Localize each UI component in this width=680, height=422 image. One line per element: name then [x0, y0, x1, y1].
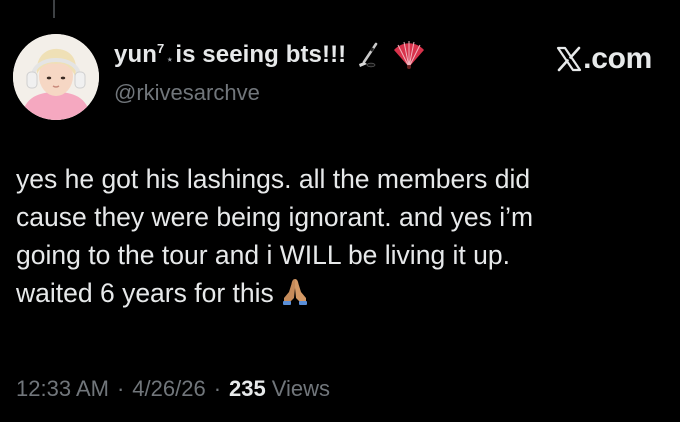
tweet-text: yes he got his lashings. all the members… — [16, 160, 656, 312]
x-com-text: .com — [583, 42, 652, 75]
avatar[interactable] — [13, 34, 99, 120]
x-logo-icon — [557, 46, 582, 72]
tweet-line: going to the tour and i WILL be living i… — [16, 240, 510, 270]
tweet-date[interactable]: 4/26/26 — [132, 376, 205, 402]
tweet-line-last: waited 6 years for this — [16, 274, 656, 312]
tweet-time[interactable]: 12:33 AM — [16, 376, 109, 402]
display-name-suffix: is seeing bts!!! — [175, 41, 347, 68]
folded-hands-icon — [282, 279, 307, 305]
x-com-watermark: .com — [556, 42, 652, 76]
display-name-text: yun — [114, 41, 157, 68]
meta-separator: · — [213, 376, 222, 401]
tweet-line-text: waited 6 years for this — [16, 278, 274, 308]
author-handle[interactable]: @rkivesarchve — [114, 80, 260, 106]
thread-connector-line — [53, 0, 55, 18]
name-superscript: 7 — [156, 41, 165, 56]
ice-hockey-icon — [359, 42, 378, 68]
meta-separator: · — [116, 376, 125, 401]
views-count: 235 — [229, 376, 266, 401]
name-separator: ⋆ — [166, 54, 174, 66]
folding-fan-icon — [394, 41, 425, 69]
display-name[interactable]: yun7⋆is seeing bts!!! — [114, 41, 346, 69]
views-label: Views — [271, 376, 331, 401]
tweet-line: cause they were being ignorant. and yes … — [16, 202, 534, 232]
author-name-row[interactable]: yun7⋆is seeing bts!!! — [114, 38, 426, 72]
avatar-photo — [13, 34, 99, 120]
tweet-meta: 12:33 AM · 4/26/26 · 235 Views — [16, 376, 330, 402]
tweet-line: yes he got his lashings. all the members… — [16, 164, 531, 194]
